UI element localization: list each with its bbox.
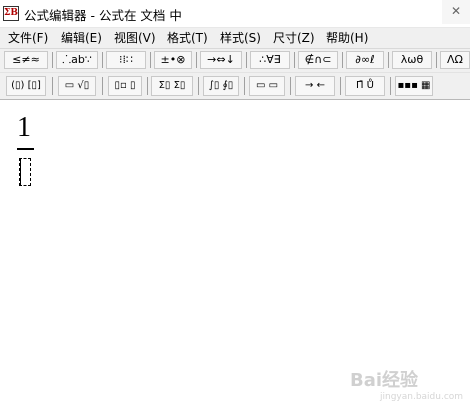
menu-file[interactable]: 文件(F): [8, 28, 48, 48]
fence-templates-icon[interactable]: (▯) [▯]: [6, 76, 46, 96]
fraction-numerator[interactable]: 1: [17, 113, 31, 143]
spaces-ellipses-palette-icon[interactable]: ⸫ab∵: [56, 51, 98, 69]
toolbar-divider: [102, 77, 103, 95]
toolbar-divider: [340, 77, 341, 95]
greek-uppercase-palette-icon[interactable]: ΛΩ: [440, 51, 470, 69]
menu-size[interactable]: 尺寸(Z): [273, 28, 315, 48]
menu-help[interactable]: 帮助(H): [326, 28, 368, 48]
insertion-cursor: [20, 158, 21, 186]
close-button[interactable]: ✕: [442, 0, 470, 24]
toolbar-divider: [52, 77, 53, 95]
baidu-watermark: Bai经验: [350, 370, 419, 391]
labeled-arrow-templates-icon[interactable]: → ←: [295, 76, 335, 96]
relations-palette-icon[interactable]: ≤≠≈: [4, 51, 48, 69]
toolbar-divider: [390, 77, 391, 95]
baidu-watermark-url: jingyan.baidu.com: [380, 392, 464, 402]
misc-symbols-palette-icon[interactable]: ∂∞ℓ: [346, 51, 384, 69]
toolbar-divider: [294, 52, 295, 68]
summation-templates-icon[interactable]: Σ▯ Σ▯: [151, 76, 193, 96]
embellishments-palette-icon[interactable]: ⁝⁞∷: [106, 51, 146, 69]
menu-view[interactable]: 视图(V): [114, 28, 156, 48]
overbar-underbar-templates-icon[interactable]: ▭ ▭: [249, 76, 285, 96]
menu-bar: 文件(F) 编辑(E) 视图(V) 格式(T) 样式(S) 尺寸(Z) 帮助(H…: [0, 28, 470, 49]
set-theory-palette-icon[interactable]: ∉∩⊂: [298, 51, 338, 69]
toolbar-divider: [246, 52, 247, 68]
menu-edit[interactable]: 编辑(E): [61, 28, 102, 48]
fraction-bar: [17, 148, 34, 150]
template-palette-toolbar: (▯) [▯] ▭ √▯ ▯▫ ▯ Σ▯ Σ▯ ∫▯ ∮▯ ▭ ▭ → ← Π̄…: [0, 73, 470, 100]
matrix-templates-icon[interactable]: ▪▪▪ ▦: [395, 76, 433, 96]
menu-format[interactable]: 格式(T): [167, 28, 208, 48]
products-set-templates-icon[interactable]: Π̄ Ů: [345, 76, 385, 96]
logic-palette-icon[interactable]: ∴∀∃: [250, 51, 290, 69]
arrows-palette-icon[interactable]: →⇔↓: [200, 51, 242, 69]
close-icon: ✕: [450, 4, 462, 18]
equation-editor-app-icon[interactable]: ΣB: [3, 6, 19, 21]
greek-lowercase-palette-icon[interactable]: λωθ: [392, 51, 432, 69]
toolbar-divider: [196, 52, 197, 68]
toolbar-divider: [436, 52, 437, 68]
operators-palette-icon[interactable]: ±•⊗: [154, 51, 192, 69]
toolbar-divider: [52, 52, 53, 68]
toolbar-divider: [342, 52, 343, 68]
script-templates-icon[interactable]: ▯▫ ▯: [108, 76, 142, 96]
toolbar-divider: [244, 77, 245, 95]
integral-templates-icon[interactable]: ∫▯ ∮▯: [203, 76, 239, 96]
toolbar-divider: [102, 52, 103, 68]
toolbar-divider: [147, 77, 148, 95]
fraction-radical-templates-icon[interactable]: ▭ √▯: [58, 76, 96, 96]
toolbar-divider: [150, 52, 151, 68]
toolbar-divider: [290, 77, 291, 95]
menu-style[interactable]: 样式(S): [220, 28, 261, 48]
toolbar-divider: [388, 52, 389, 68]
symbol-palette-toolbar: ≤≠≈ ⸫ab∵ ⁝⁞∷ ±•⊗ →⇔↓ ∴∀∃ ∉∩⊂ ∂∞ℓ λωθ ΛΩ: [0, 49, 470, 73]
title-bar: ΣB 公式编辑器 - 公式在 文档 中 ✕: [0, 0, 470, 28]
toolbar-divider: [198, 77, 199, 95]
window-title: 公式编辑器 - 公式在 文档 中: [24, 8, 182, 23]
